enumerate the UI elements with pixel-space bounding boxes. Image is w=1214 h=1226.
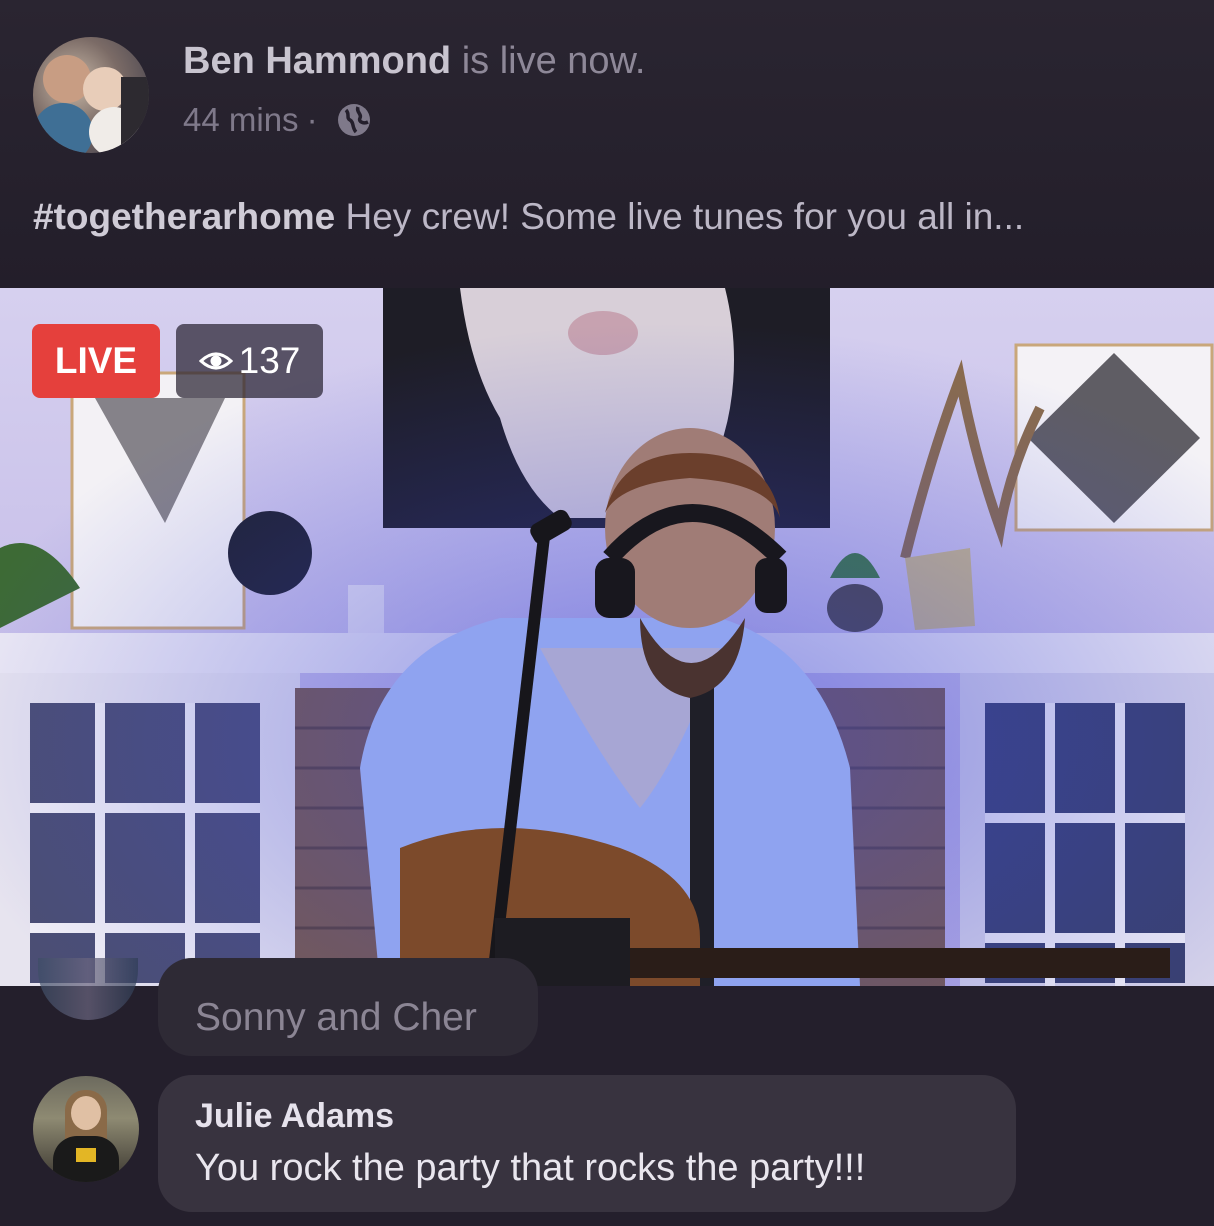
live-badge: LIVE bbox=[32, 324, 160, 398]
author-line: Ben Hammond is live now. bbox=[183, 38, 645, 84]
eye-icon bbox=[198, 352, 233, 370]
globe-icon bbox=[337, 104, 370, 136]
author-avatar[interactable] bbox=[33, 37, 149, 153]
commenter-avatar[interactable] bbox=[33, 1076, 139, 1182]
commenter-avatar[interactable] bbox=[38, 958, 138, 1020]
comment-bubble[interactable]: Julie Adams You rock the party that rock… bbox=[158, 1075, 1016, 1212]
post-header: Ben Hammond is live now. 44 mins · #toge… bbox=[0, 0, 1214, 288]
live-status-text: is live now. bbox=[451, 40, 646, 82]
meta-separator: · bbox=[306, 101, 318, 138]
caption-text: Hey crew! Some live tunes for you all in… bbox=[335, 196, 1025, 237]
comment-text: You rock the party that rocks the party!… bbox=[195, 1147, 866, 1189]
post-caption[interactable]: #togetherarhome Hey crew! Some live tune… bbox=[33, 192, 1024, 242]
live-video[interactable]: LIVE 137 bbox=[0, 288, 1214, 986]
post-time[interactable]: 44 mins bbox=[183, 98, 299, 142]
hashtag-link[interactable]: #togetherarhome bbox=[33, 196, 335, 237]
comment-text: Sonny and Cher bbox=[195, 996, 477, 1039]
viewer-count: 137 bbox=[238, 340, 301, 381]
comment-author[interactable]: Julie Adams bbox=[195, 1097, 394, 1136]
post-meta: 44 mins · bbox=[183, 98, 372, 142]
comment-bubble[interactable]: Sonny and Cher bbox=[158, 958, 538, 1056]
viewer-count-badge: 137 bbox=[176, 324, 323, 398]
author-name[interactable]: Ben Hammond bbox=[183, 40, 451, 82]
